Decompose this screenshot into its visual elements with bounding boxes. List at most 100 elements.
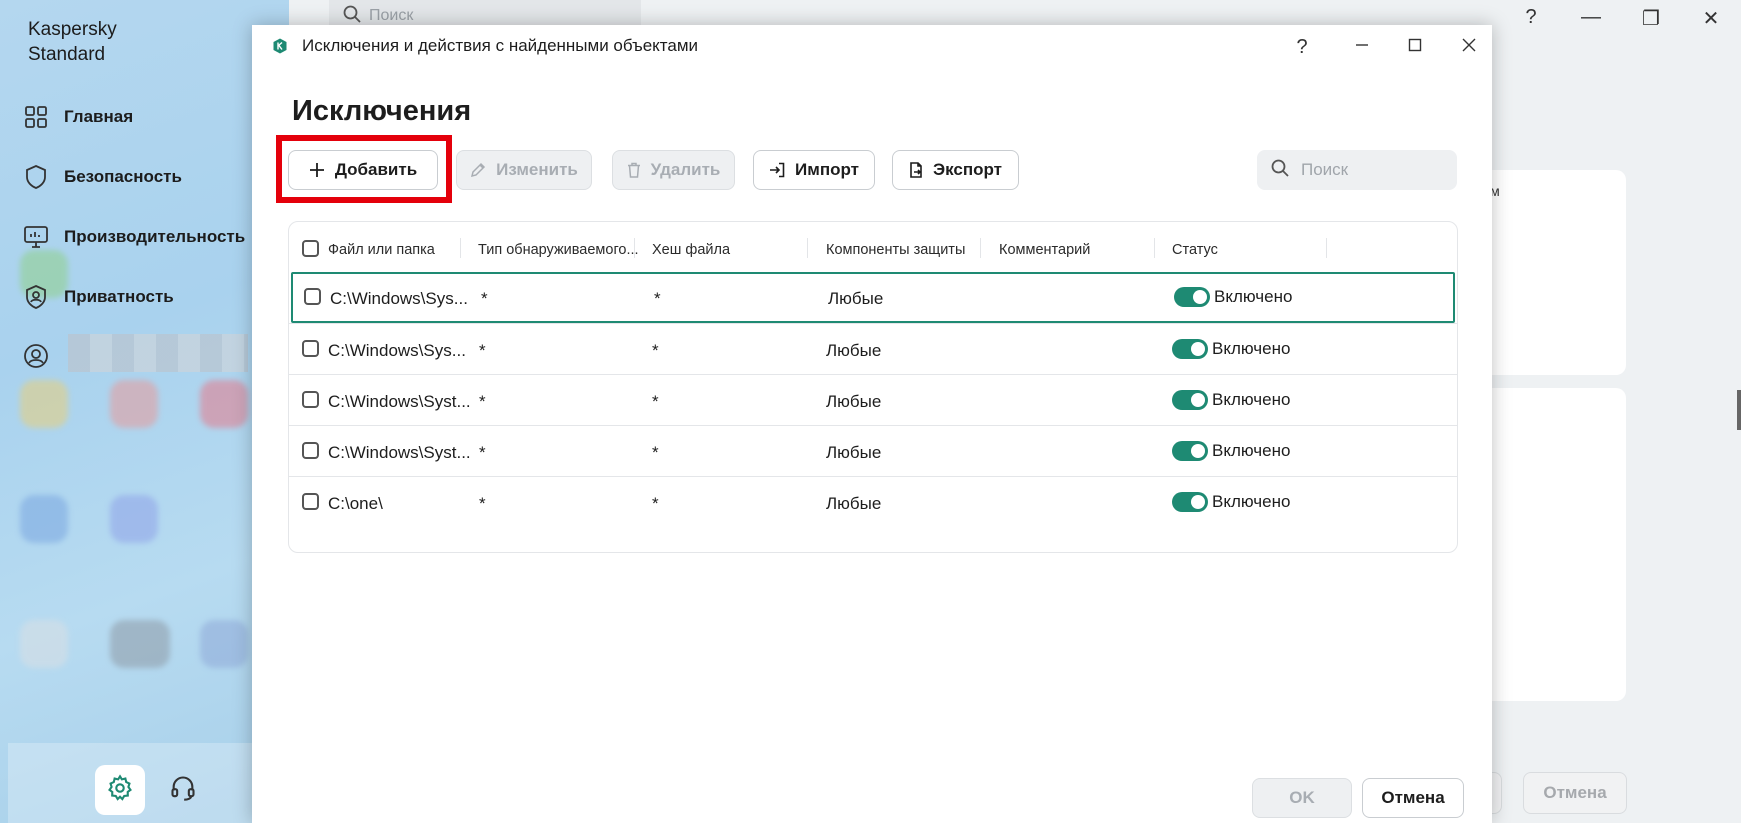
export-button[interactable]: Экспорт [892, 150, 1019, 190]
exclusions-search-input[interactable] [1299, 159, 1443, 181]
row-checkbox[interactable] [302, 391, 319, 408]
status-toggle[interactable] [1172, 390, 1208, 410]
row-path: C:\Windows\Syst... [328, 443, 471, 462]
shield-icon [24, 165, 48, 189]
nav-item-security[interactable]: Безопасность [24, 165, 182, 189]
row-status: Включено [1214, 287, 1293, 306]
minimize-icon [1355, 38, 1369, 57]
maximize-icon [1408, 38, 1422, 57]
row-checkbox[interactable] [304, 288, 321, 305]
edit-button-label: Изменить [496, 160, 578, 179]
column-divider[interactable] [1154, 238, 1155, 258]
column-header-path[interactable]: Файл или папка [328, 242, 435, 258]
table-header: Файл или папка Тип обнаруживаемого... Хе… [289, 222, 1457, 274]
column-divider[interactable] [807, 238, 808, 258]
nav-item-label: Приватность [64, 287, 174, 306]
app-window-controls: ? — ❐ ✕ [1501, 6, 1741, 31]
column-divider[interactable] [1326, 238, 1327, 258]
add-button-highlight [276, 135, 452, 203]
settings-button[interactable] [95, 765, 145, 815]
cancel-button[interactable]: Отмена [1362, 778, 1464, 818]
dialog-help-button[interactable]: ? [1282, 31, 1322, 63]
app-help-button[interactable]: ? [1501, 6, 1561, 31]
table-row[interactable]: C:\Windows\Sys... * * Любые Включено [291, 272, 1455, 323]
nav-item-label: Производительность [64, 227, 246, 246]
column-header-status[interactable]: Статус [1172, 242, 1218, 258]
select-all-checkbox[interactable] [302, 240, 319, 257]
status-toggle[interactable] [1172, 339, 1208, 359]
brand-line-1: Kaspersky [28, 19, 117, 40]
search-icon [1271, 159, 1289, 182]
status-toggle[interactable] [1172, 492, 1208, 512]
nav-item-home[interactable]: Главная [24, 105, 133, 129]
app-cancel-button[interactable]: Отмена [1523, 772, 1627, 814]
row-path: C:\Windows\Syst... [328, 392, 471, 411]
headset-icon [169, 774, 197, 807]
column-header-type[interactable]: Тип обнаруживаемого... [478, 242, 639, 258]
nav-item-performance[interactable]: Производительность [24, 225, 245, 249]
app-minimize-button[interactable]: — [1561, 6, 1621, 31]
edit-button[interactable]: Изменить [456, 150, 592, 190]
status-toggle[interactable] [1174, 287, 1210, 307]
dialog-minimize-button[interactable] [1342, 31, 1382, 63]
row-status: Включено [1212, 492, 1291, 511]
delete-button[interactable]: Удалить [612, 150, 735, 190]
column-header-hash[interactable]: Хеш файла [652, 242, 730, 258]
row-hash: * [652, 443, 659, 462]
table-row[interactable]: C:\Windows\Sys... * * Любые Включено [289, 323, 1457, 374]
support-button[interactable] [158, 765, 208, 815]
nav-item-privacy[interactable]: Приватность [24, 285, 174, 309]
page-title: Исключения [292, 95, 472, 127]
row-type: * [479, 494, 486, 513]
row-type: * [479, 341, 486, 360]
column-divider[interactable] [980, 238, 981, 258]
column-header-comment[interactable]: Комментарий [999, 242, 1090, 258]
dialog-close-button[interactable] [1449, 31, 1489, 63]
column-divider[interactable] [634, 238, 635, 258]
row-status: Включено [1212, 339, 1291, 358]
table-row[interactable]: C:\Windows\Syst... * * Любые Включено [289, 374, 1457, 425]
column-header-components[interactable]: Компоненты защиты [826, 242, 965, 258]
app-search-placeholder: Поиск [369, 7, 414, 24]
status-toggle[interactable] [1172, 441, 1208, 461]
row-hash: * [652, 341, 659, 360]
gear-icon [106, 773, 134, 807]
row-type: * [479, 443, 486, 462]
import-icon [769, 162, 785, 178]
close-icon [1462, 38, 1476, 57]
row-components: Любые [826, 392, 882, 411]
row-components: Любые [826, 443, 882, 462]
row-path: C:\one\ [328, 494, 383, 513]
row-path: C:\Windows\Sys... [330, 289, 468, 308]
row-status: Включено [1212, 390, 1291, 409]
app-close-button[interactable]: ✕ [1681, 6, 1741, 31]
table-row[interactable]: C:\Windows\Syst... * * Любые Включено [289, 425, 1457, 476]
nav-item-label: Главная [64, 107, 134, 126]
grid-icon [24, 105, 48, 129]
row-type: * [481, 289, 488, 308]
pencil-icon [470, 162, 486, 178]
privacy-shield-icon [24, 285, 48, 309]
row-checkbox[interactable] [302, 340, 319, 357]
column-divider[interactable] [460, 238, 461, 258]
row-checkbox[interactable] [302, 442, 319, 459]
app-brand: Kaspersky Standard [28, 17, 117, 67]
monitor-icon [24, 225, 48, 249]
background-card-2 [1480, 388, 1626, 701]
app-scrollbar[interactable] [1737, 390, 1741, 430]
user-icon [24, 344, 48, 368]
dialog-maximize-button[interactable] [1395, 31, 1435, 63]
table-row[interactable]: C:\one\ * * Любые Включено [289, 476, 1457, 527]
row-components: Любые [828, 289, 884, 308]
import-button[interactable]: Импорт [753, 150, 875, 190]
nav-item-account[interactable] [24, 344, 48, 368]
app-restore-button[interactable]: ❐ [1621, 6, 1681, 31]
row-checkbox[interactable] [302, 493, 319, 510]
exclusions-table: Файл или папка Тип обнаруживаемого... Хе… [288, 221, 1458, 553]
exclusions-search[interactable] [1257, 150, 1457, 190]
row-hash: * [652, 494, 659, 513]
ok-button[interactable]: OK [1252, 778, 1352, 818]
row-hash: * [654, 289, 661, 308]
row-path: C:\Windows\Sys... [328, 341, 466, 360]
exclusions-dialog: Исключения и действия с найденными объек… [252, 25, 1492, 823]
